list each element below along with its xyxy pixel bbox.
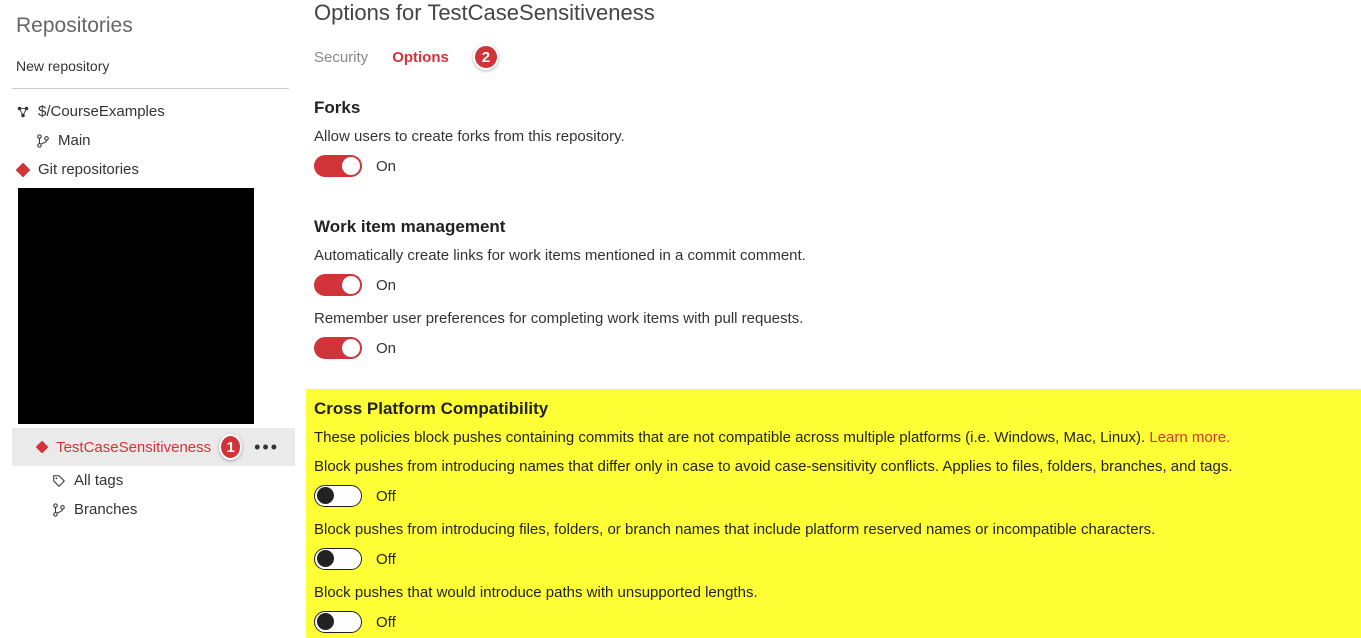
new-repository-button[interactable]: New repository xyxy=(12,48,295,88)
git-icon xyxy=(36,440,48,454)
intro-text: These policies block pushes containing c… xyxy=(314,429,1149,446)
sidebar-item-branches[interactable]: Branches xyxy=(12,495,295,524)
section-intro: These policies block pushes containing c… xyxy=(314,427,1349,448)
auto-link-toggle[interactable] xyxy=(314,274,362,296)
tag-icon xyxy=(52,474,66,488)
toggle-state-label: Off xyxy=(376,488,396,505)
branch-icon xyxy=(36,134,50,148)
sidebar-item-label: $/CourseExamples xyxy=(38,103,165,120)
callout-1: 1 xyxy=(219,434,242,460)
option-description: Block pushes from introducing names that… xyxy=(314,456,1349,477)
sidebar-item-git-repositories[interactable]: Git repositories xyxy=(12,155,295,184)
sidebar-item-all-tags[interactable]: All tags xyxy=(12,466,295,495)
branch-icon xyxy=(52,503,66,517)
sidebar: Repositories New repository $/CourseExam… xyxy=(0,0,296,638)
case-sensitivity-toggle[interactable] xyxy=(314,485,362,507)
git-icon xyxy=(16,163,30,177)
section-heading: Work item management xyxy=(314,217,1361,237)
toggle-state-label: On xyxy=(376,158,396,175)
option-description: Block pushes that would introduce paths … xyxy=(314,582,1349,603)
project-icon xyxy=(16,105,30,119)
section-cross-platform-compatibility: Cross Platform Compatibility These polic… xyxy=(306,389,1361,638)
main-content: Options for TestCaseSensitiveness Securi… xyxy=(296,0,1361,638)
sidebar-item-label: All tags xyxy=(74,472,123,489)
path-length-toggle[interactable] xyxy=(314,611,362,633)
section-description: Automatically create links for work item… xyxy=(314,245,1361,266)
toggle-state-label: On xyxy=(376,340,396,357)
redacted-block xyxy=(18,188,254,424)
sidebar-item-testcasesensitiveness[interactable]: TestCaseSensitiveness 1 ••• xyxy=(12,428,295,466)
learn-more-link[interactable]: Learn more. xyxy=(1149,429,1230,446)
sidebar-item-course-examples[interactable]: $/CourseExamples xyxy=(12,97,295,126)
toggle-state-label: On xyxy=(376,277,396,294)
sidebar-item-main[interactable]: Main xyxy=(12,126,295,155)
tab-security[interactable]: Security xyxy=(314,49,368,66)
more-menu-button[interactable]: ••• xyxy=(250,437,283,458)
section-description: Allow users to create forks from this re… xyxy=(314,126,1361,147)
sidebar-header: Repositories xyxy=(12,8,295,48)
section-heading: Forks xyxy=(314,98,1361,118)
sidebar-item-label: Branches xyxy=(74,501,137,518)
sidebar-item-label: TestCaseSensitiveness xyxy=(56,439,211,456)
sidebar-item-label: Main xyxy=(58,132,91,149)
tabs: Security Options 2 xyxy=(314,44,1361,88)
section-heading: Cross Platform Compatibility xyxy=(314,399,1349,419)
toggle-state-label: Off xyxy=(376,614,396,631)
tab-options[interactable]: Options xyxy=(392,49,449,66)
section-forks: Forks Allow users to create forks from t… xyxy=(314,88,1361,207)
toggle-state-label: Off xyxy=(376,551,396,568)
forks-toggle[interactable] xyxy=(314,155,362,177)
callout-2: 2 xyxy=(473,44,499,70)
remember-pref-toggle[interactable] xyxy=(314,337,362,359)
divider xyxy=(12,88,289,89)
section-description: Remember user preferences for completing… xyxy=(314,308,1361,329)
page-title: Options for TestCaseSensitiveness xyxy=(314,0,1361,44)
option-description: Block pushes from introducing files, fol… xyxy=(314,519,1349,540)
reserved-names-toggle[interactable] xyxy=(314,548,362,570)
sidebar-item-label: Git repositories xyxy=(38,161,139,178)
section-work-item-management: Work item management Automatically creat… xyxy=(314,207,1361,389)
